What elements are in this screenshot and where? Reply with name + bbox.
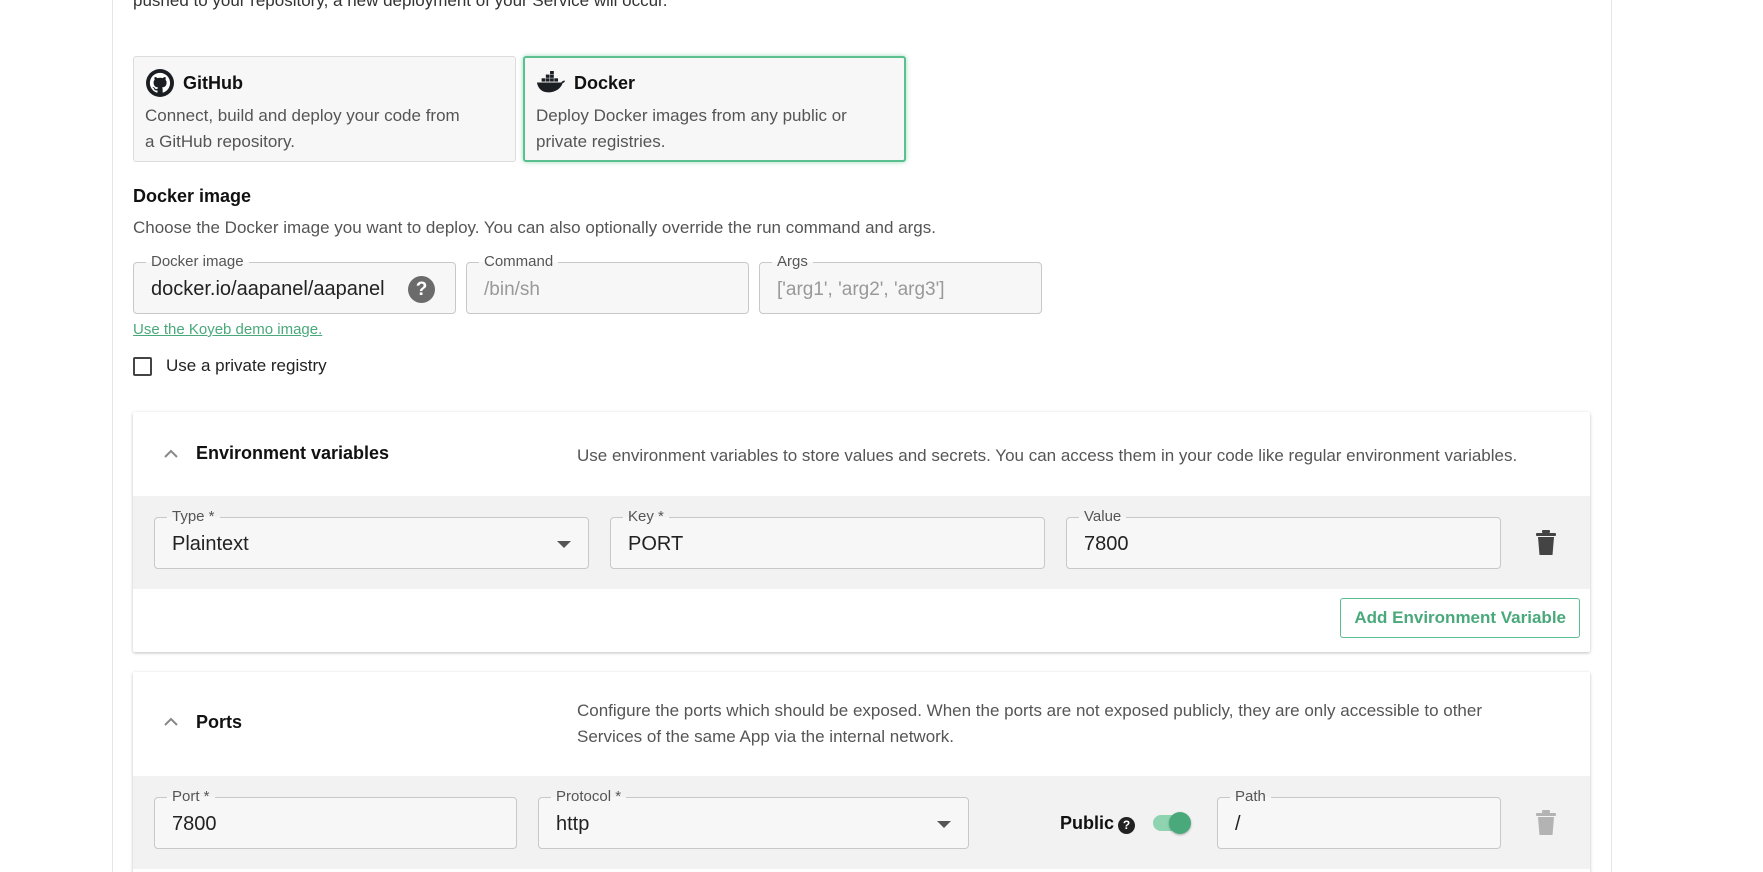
github-desc-line1: Connect, build and deploy your code from: [145, 106, 460, 125]
public-toggle-knob: [1169, 812, 1191, 834]
command-field-label: Command: [479, 253, 559, 271]
docker-card-description: Deploy Docker images from any public or …: [536, 103, 893, 155]
env-type-value: Plaintext: [172, 533, 249, 555]
env-accordion-title: Environment variables: [196, 443, 390, 463]
env-value-label: Value: [1079, 508, 1127, 526]
env-accordion-header[interactable]: Environment variables Use environment va…: [133, 412, 1590, 496]
docker-image-field-label: Docker image: [146, 253, 249, 271]
env-key-field[interactable]: Key * PORT: [610, 508, 1045, 569]
port-field[interactable]: Port * 7800: [154, 788, 517, 849]
docker-desc-line2: private registries.: [536, 132, 666, 151]
args-placeholder: ['arg1', 'arg2', 'arg3']: [777, 279, 945, 300]
public-help-icon[interactable]: ?: [1118, 817, 1135, 834]
dropdown-caret-icon: [557, 541, 571, 548]
args-field[interactable]: Args ['arg1', 'arg2', 'arg3']: [759, 253, 1042, 314]
path-field[interactable]: Path /: [1217, 788, 1501, 849]
chevron-up-icon[interactable]: [161, 712, 181, 732]
command-field[interactable]: Command /bin/sh: [466, 253, 749, 314]
protocol-value: http: [556, 813, 590, 835]
path-label: Path: [1230, 788, 1271, 806]
ports-desc-line2: Services of the same App via the interna…: [577, 727, 955, 746]
port-value: 7800: [172, 813, 217, 835]
docker-image-value: docker.io/aapanel/aapanel: [151, 278, 385, 300]
port-row: Port * 7800 Protocol * http Public ? Pat…: [133, 776, 1590, 869]
env-type-label: Type *: [167, 508, 220, 526]
private-registry-checkbox[interactable]: [133, 356, 152, 376]
private-registry-label: Use a private registry: [166, 356, 327, 375]
chevron-up-icon[interactable]: [161, 444, 181, 464]
github-card-description: Connect, build and deploy your code from…: [145, 103, 504, 155]
koyeb-demo-image-link[interactable]: Use the Koyeb demo image.: [133, 321, 322, 338]
protocol-select[interactable]: Protocol * http: [538, 788, 969, 849]
ports-accordion-title: Ports: [196, 712, 243, 732]
env-accordion-description: Use environment variables to store value…: [577, 446, 1518, 465]
ports-accordion: Ports Configure the ports which should b…: [133, 672, 1590, 872]
docker-icon: [536, 69, 566, 97]
env-value-value: 7800: [1084, 533, 1129, 555]
github-card-title: GitHub: [183, 72, 243, 93]
env-value-field[interactable]: Value 7800: [1066, 508, 1501, 569]
ports-accordion-description: Configure the ports which should be expo…: [577, 698, 1482, 750]
help-icon[interactable]: ?: [408, 276, 435, 303]
docker-image-section-description: Choose the Docker image you want to depl…: [133, 218, 936, 237]
add-environment-variable-button[interactable]: Add Environment Variable: [1340, 598, 1580, 638]
env-variable-row: Type * Plaintext Key * PORT Value 7800: [133, 496, 1590, 589]
private-registry-checkbox-row[interactable]: Use a private registry: [133, 356, 327, 376]
docker-image-section-title: Docker image: [133, 186, 252, 206]
path-value: /: [1235, 813, 1241, 835]
github-icon: [145, 69, 175, 97]
environment-variables-accordion: Environment variables Use environment va…: [133, 412, 1590, 652]
ports-desc-line1: Configure the ports which should be expo…: [577, 701, 1482, 720]
github-source-card[interactable]: GitHub Connect, build and deploy your co…: [133, 56, 516, 162]
public-label: Public: [1060, 813, 1115, 833]
args-field-label: Args: [772, 253, 813, 271]
docker-card-title: Docker: [574, 72, 636, 93]
delete-port-icon[interactable]: [1535, 810, 1557, 836]
protocol-label: Protocol *: [551, 788, 627, 806]
dropdown-caret-icon: [937, 821, 951, 828]
docker-source-card[interactable]: Docker Deploy Docker images from any pub…: [523, 56, 906, 162]
github-desc-line2: a GitHub repository.: [145, 132, 295, 151]
public-toggle[interactable]: [1153, 812, 1191, 834]
env-key-label: Key *: [623, 508, 669, 526]
docker-desc-line1: Deploy Docker images from any public or: [536, 106, 847, 125]
intro-text: pushed to your repository, a new deploym…: [133, 0, 668, 10]
delete-env-variable-icon[interactable]: [1535, 530, 1557, 556]
port-label: Port *: [167, 788, 215, 806]
env-key-value: PORT: [628, 533, 684, 555]
docker-image-field[interactable]: Docker image docker.io/aapanel/aapanel ?: [133, 253, 456, 314]
ports-accordion-header[interactable]: Ports Configure the ports which should b…: [133, 672, 1590, 776]
env-type-select[interactable]: Type * Plaintext: [154, 508, 589, 569]
command-placeholder: /bin/sh: [484, 279, 540, 300]
